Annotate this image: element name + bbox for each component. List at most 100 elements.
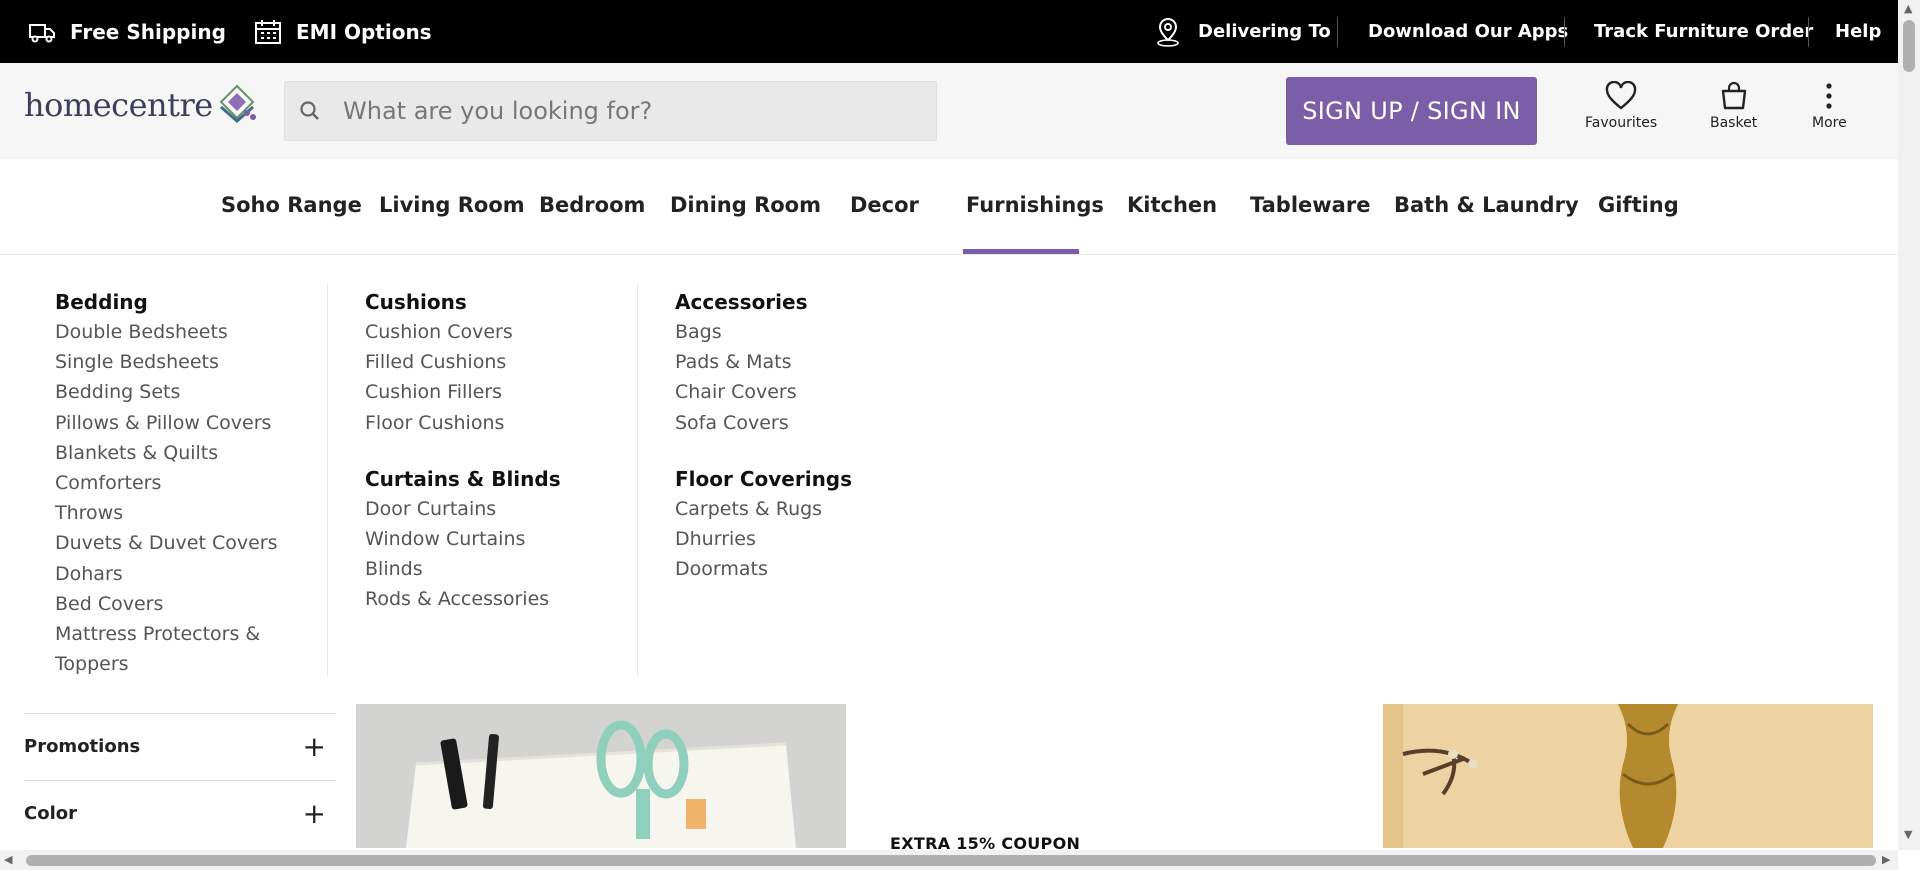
signin-button[interactable]: SIGN UP / SIGN IN <box>1286 77 1537 145</box>
menu-link[interactable]: Double Bedsheets <box>55 317 277 347</box>
menu-link[interactable]: Bed Covers <box>55 589 277 619</box>
mega-column-accessories-floor: Accessories Bags Pads & Mats Chair Cover… <box>675 287 852 584</box>
menu-link[interactable]: Dohars <box>55 559 277 589</box>
menu-link[interactable]: Blankets & Quilts <box>55 438 277 468</box>
category-bedroom[interactable]: Bedroom <box>539 193 645 217</box>
favourites-label: Favourites <box>1585 115 1658 131</box>
menu-spacer <box>365 438 561 464</box>
category-furnishings[interactable]: Furnishings <box>966 193 1104 217</box>
more-label: More <box>1812 115 1847 131</box>
logo-text: homecentre <box>24 86 213 124</box>
menu-heading-curtains-blinds[interactable]: Curtains & Blinds <box>365 464 561 494</box>
horizontal-scrollbar[interactable]: ◀ ▶ <box>0 850 1898 870</box>
menu-link[interactable]: Sofa Covers <box>675 408 852 438</box>
category-living-room[interactable]: Living Room <box>379 193 525 217</box>
more-button[interactable]: More <box>1812 77 1847 131</box>
menu-link[interactable]: Doormats <box>675 554 852 584</box>
menu-divider <box>637 285 638 675</box>
menu-link[interactable]: Bags <box>675 317 852 347</box>
menu-link[interactable]: Comforters <box>55 468 277 498</box>
furnishings-mega-menu: Bedding Double Bedsheets Single Bedsheet… <box>0 255 1898 704</box>
menu-link[interactable]: Mattress Protectors & <box>55 619 277 649</box>
menu-link[interactable]: Carpets & Rugs <box>675 494 852 524</box>
menu-link[interactable]: Duvets & Duvet Covers <box>55 528 277 558</box>
divider <box>1808 17 1809 47</box>
menu-link[interactable]: Cushion Covers <box>365 317 561 347</box>
emi-options-label: EMI Options <box>296 19 432 44</box>
product-image-brass-figurine[interactable] <box>1383 704 1873 848</box>
heart-icon <box>1605 77 1637 115</box>
top-bar: Free Shipping EMI Options Delivering To … <box>0 0 1898 63</box>
delivering-to-label: Delivering To <box>1198 21 1331 42</box>
homecentre-logo[interactable]: homecentre <box>24 83 257 127</box>
horizontal-scroll-thumb[interactable] <box>26 855 1876 866</box>
filter-label: Promotions <box>24 736 141 757</box>
vertical-scrollbar[interactable]: ▲ ▼ <box>1898 0 1920 850</box>
menu-link[interactable]: Toppers <box>55 649 277 679</box>
track-order-link[interactable]: Track Furniture Order <box>1594 0 1813 63</box>
truck-icon <box>28 20 56 44</box>
category-tableware[interactable]: Tableware <box>1250 193 1370 217</box>
page-content: Promotions + Color + EXTRA 15% COUPON <box>0 704 1898 853</box>
menu-heading-accessories[interactable]: Accessories <box>675 287 852 317</box>
track-order-label: Track Furniture Order <box>1594 21 1814 42</box>
filter-color[interactable]: Color + <box>24 780 336 846</box>
category-bath-laundry[interactable]: Bath & Laundry <box>1394 193 1579 217</box>
vertical-scroll-thumb[interactable] <box>1903 20 1915 72</box>
menu-divider <box>327 285 328 675</box>
mega-column-bedding: Bedding Double Bedsheets Single Bedsheet… <box>55 287 277 679</box>
download-apps-link[interactable]: Download Our Apps <box>1368 0 1568 63</box>
help-link[interactable]: Help <box>1835 0 1881 63</box>
menu-link[interactable]: Pads & Mats <box>675 347 852 377</box>
basket-button[interactable]: Basket <box>1710 77 1757 131</box>
active-category-indicator <box>963 249 1079 254</box>
menu-link[interactable]: Door Curtains <box>365 494 561 524</box>
delivering-to-link[interactable]: Delivering To <box>1154 0 1331 63</box>
free-shipping-label: Free Shipping <box>70 19 226 44</box>
menu-link[interactable]: Cushion Fillers <box>365 377 561 407</box>
scroll-up-arrow-icon[interactable]: ▲ <box>1904 2 1912 15</box>
search-bar[interactable] <box>284 81 937 141</box>
menu-link[interactable]: Bedding Sets <box>55 377 277 407</box>
plus-icon[interactable]: + <box>303 730 326 763</box>
category-decor[interactable]: Decor <box>850 193 919 217</box>
free-shipping-link[interactable]: Free Shipping <box>28 0 226 63</box>
scroll-down-arrow-icon[interactable]: ▼ <box>1904 828 1912 841</box>
search-input[interactable] <box>343 97 903 125</box>
menu-link[interactable]: Chair Covers <box>675 377 852 407</box>
menu-link[interactable]: Floor Cushions <box>365 408 561 438</box>
menu-heading-bedding[interactable]: Bedding <box>55 287 277 317</box>
basket-icon <box>1719 77 1749 115</box>
filter-label: Color <box>24 803 77 824</box>
menu-heading-cushions[interactable]: Cushions <box>365 287 561 317</box>
emi-options-link[interactable]: EMI Options <box>254 0 432 63</box>
scroll-right-arrow-icon[interactable]: ▶ <box>1882 853 1890 866</box>
brass-figurine-illustration <box>1383 704 1873 848</box>
calendar-icon <box>254 19 282 45</box>
category-gifting[interactable]: Gifting <box>1598 193 1679 217</box>
basket-label: Basket <box>1710 115 1758 131</box>
favourites-button[interactable]: Favourites <box>1585 77 1657 131</box>
menu-link[interactable]: Blinds <box>365 554 561 584</box>
menu-link[interactable]: Filled Cushions <box>365 347 561 377</box>
menu-link[interactable]: Single Bedsheets <box>55 347 277 377</box>
menu-link[interactable]: Throws <box>55 498 277 528</box>
menu-spacer <box>675 438 852 464</box>
category-kitchen[interactable]: Kitchen <box>1127 193 1217 217</box>
menu-link[interactable]: Pillows & Pillow Covers <box>55 408 277 438</box>
menu-link[interactable]: Rods & Accessories <box>365 584 561 614</box>
divider <box>1564 17 1565 47</box>
search-icon[interactable] <box>297 98 323 124</box>
scroll-left-arrow-icon[interactable]: ◀ <box>4 853 12 866</box>
divider <box>1337 17 1338 47</box>
menu-link[interactable]: Dhurries <box>675 524 852 554</box>
category-nav: Soho Range Living Room Bedroom Dining Ro… <box>0 159 1898 255</box>
category-soho-range[interactable]: Soho Range <box>221 193 362 217</box>
plus-icon[interactable]: + <box>303 797 326 830</box>
menu-link[interactable]: Window Curtains <box>365 524 561 554</box>
location-pin-icon <box>1154 16 1182 48</box>
filter-promotions[interactable]: Promotions + <box>24 713 336 779</box>
category-dining-room[interactable]: Dining Room <box>670 193 821 217</box>
menu-heading-floor-coverings[interactable]: Floor Coverings <box>675 464 852 494</box>
product-image-desk-organizer[interactable] <box>356 704 846 848</box>
